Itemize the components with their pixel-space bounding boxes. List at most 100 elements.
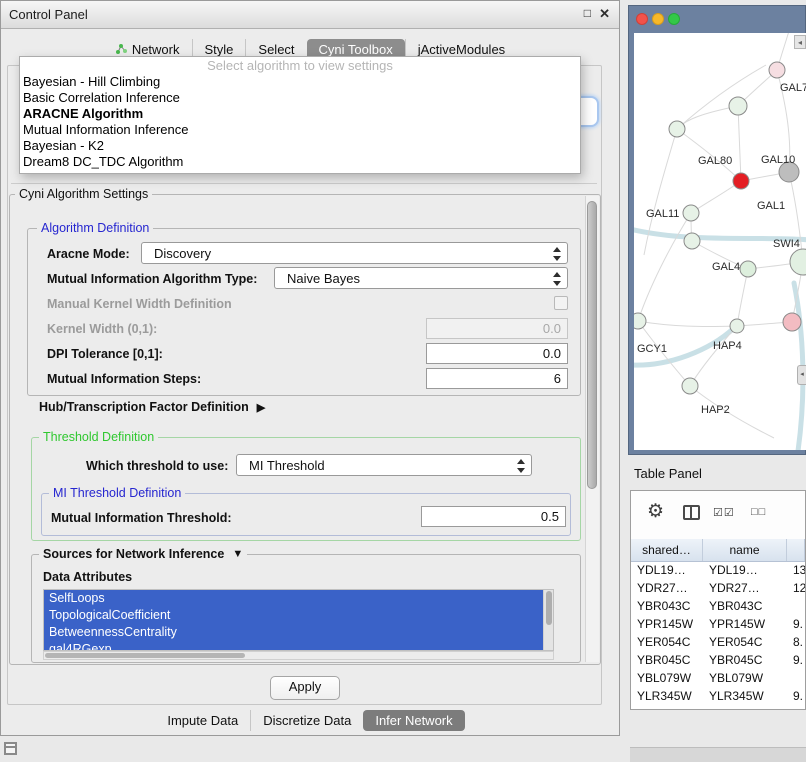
- attribute-list: SelfLoopsTopologicalCoefficientBetweenne…: [43, 589, 554, 651]
- network-node[interactable]: [769, 62, 785, 78]
- network-node[interactable]: [683, 205, 699, 221]
- network-canvas[interactable]: GAL7GAL80GAL10GAL11GAL1SWI4GAL4GCY1HAP4H…: [634, 33, 806, 450]
- hub-section-label: Hub/Transcription Factor Definition: [39, 400, 249, 414]
- mi-algorithm-type-combo[interactable]: Naive Bayes: [274, 267, 568, 289]
- gear-icon[interactable]: ⚙: [647, 500, 664, 523]
- node-label: GAL4: [712, 261, 740, 273]
- combo-arrows-icon: [553, 271, 562, 287]
- network-edge[interactable]: [738, 106, 741, 181]
- mi-algorithm-type-value: Naive Bayes: [287, 271, 360, 286]
- algorithm-dropdown-popup: Select algorithm to view settings Bayesi…: [19, 56, 581, 174]
- network-edge[interactable]: [690, 326, 737, 386]
- mi-algorithm-type-label: Mutual Information Algorithm Type:: [47, 272, 257, 286]
- tab-impute-data[interactable]: Impute Data: [155, 710, 250, 731]
- close-icon[interactable]: ✕: [599, 6, 610, 22]
- expand-arrow-icon: ▶: [257, 401, 265, 414]
- algorithm-option[interactable]: Bayesian - Hill Climbing: [20, 74, 580, 90]
- network-node[interactable]: [740, 261, 756, 277]
- attribute-item[interactable]: gal4RGexp: [44, 641, 553, 651]
- aracne-mode-combo[interactable]: Discovery: [141, 242, 568, 264]
- table-cell: YDR27…: [631, 579, 703, 597]
- network-node[interactable]: [733, 173, 749, 189]
- node-label: GAL7: [780, 82, 806, 94]
- dpi-tolerance-label: DPI Tolerance [0,1]:: [47, 347, 163, 361]
- algorithm-option[interactable]: Bayesian - K2: [20, 138, 580, 154]
- table-cell: YDR27…: [703, 579, 787, 597]
- table-cell: YIL052C: [631, 705, 703, 710]
- network-node[interactable]: [783, 313, 801, 331]
- apply-button[interactable]: Apply: [270, 676, 340, 700]
- table-cell: YPR145W: [631, 615, 703, 633]
- algorithm-option[interactable]: ARACNE Algorithm: [20, 106, 580, 122]
- network-node[interactable]: [790, 249, 806, 275]
- column-header[interactable]: shared…: [631, 539, 703, 561]
- sources-section-toggle[interactable]: Sources for Network Inference ▼: [39, 547, 247, 561]
- algorithm-option[interactable]: Dream8 DC_TDC Algorithm: [20, 154, 580, 170]
- which-threshold-label: Which threshold to use:: [86, 459, 228, 473]
- tab-infer-network[interactable]: Infer Network: [363, 710, 464, 731]
- table-cell: [787, 705, 805, 710]
- attribute-item[interactable]: SelfLoops: [44, 590, 553, 607]
- column-header[interactable]: name: [703, 539, 787, 561]
- table-cell: YDL19…: [703, 561, 787, 579]
- column-header[interactable]: [787, 539, 805, 561]
- manual-kernel-width-checkbox[interactable]: [554, 296, 568, 310]
- table-row[interactable]: YIL052CYIL052C: [631, 705, 805, 710]
- network-node[interactable]: [684, 233, 700, 249]
- float-window-icon[interactable]: □: [584, 6, 591, 20]
- network-node[interactable]: [729, 97, 747, 115]
- hidden-group-border: [11, 183, 597, 184]
- control-panel-window: Control Panel □ ✕ NetworkStyleSelectCyni…: [0, 0, 620, 736]
- table-cell: 8.: [787, 633, 805, 651]
- table-row[interactable]: YBR045CYBR045C9.: [631, 651, 805, 669]
- settings-scrollbar-thumb[interactable]: [587, 201, 597, 489]
- panel-title: Control Panel: [9, 7, 88, 22]
- hide-panel-icon[interactable]: ◂: [794, 35, 806, 49]
- attribute-item[interactable]: TopologicalCoefficient: [44, 607, 553, 624]
- deselect-all-icon[interactable]: □□: [751, 506, 766, 518]
- mi-threshold-field[interactable]: 0.5: [421, 506, 566, 527]
- attribute-list-hscrollbar-thumb[interactable]: [45, 653, 245, 658]
- table-cell: YIL052C: [703, 705, 787, 710]
- aracne-mode-label: Aracne Mode:: [47, 247, 130, 261]
- dpi-tolerance-field[interactable]: 0.0: [426, 343, 568, 364]
- network-edge[interactable]: [737, 269, 748, 326]
- which-threshold-combo[interactable]: MI Threshold: [236, 454, 532, 476]
- network-edge[interactable]: [638, 213, 691, 321]
- node-label: HAP2: [701, 404, 730, 416]
- table-row[interactable]: YDR27…YDR27…12: [631, 579, 805, 597]
- table-cell: YDL19…: [631, 561, 703, 579]
- attribute-list-scrollbar[interactable]: [543, 590, 553, 650]
- table-row[interactable]: YPR145WYPR145W9.: [631, 615, 805, 633]
- network-edge[interactable]: [638, 321, 737, 326]
- tab-discretize-data[interactable]: Discretize Data: [250, 710, 363, 731]
- network-node[interactable]: [634, 313, 646, 329]
- network-node[interactable]: [730, 319, 744, 333]
- table-row[interactable]: YBL079WYBL079W: [631, 669, 805, 687]
- mi-steps-field[interactable]: 6: [426, 368, 568, 389]
- select-all-icon[interactable]: ☑☑: [713, 506, 735, 519]
- group-title-settings: Cyni Algorithm Settings: [15, 187, 152, 201]
- network-node[interactable]: [669, 121, 685, 137]
- close-window-icon[interactable]: [636, 13, 648, 25]
- attribute-list-scrollbar-thumb[interactable]: [546, 591, 552, 625]
- table-row[interactable]: YER054CYER054C8.: [631, 633, 805, 651]
- show-columns-icon[interactable]: [683, 505, 700, 520]
- collapse-panel-arrow[interactable]: ◂: [797, 365, 806, 385]
- table-cell: 9.: [787, 687, 805, 705]
- table-row[interactable]: YBR043CYBR043C: [631, 597, 805, 615]
- minimize-window-icon[interactable]: [652, 13, 664, 25]
- table-row[interactable]: YDL19…YDL19…13: [631, 561, 805, 579]
- hub-section-toggle[interactable]: Hub/Transcription Factor Definition ▶: [39, 400, 265, 414]
- tab-label: Infer Network: [375, 713, 452, 728]
- network-edge[interactable]: [691, 181, 741, 213]
- restore-panel-icon[interactable]: [4, 742, 17, 755]
- network-node[interactable]: [682, 378, 698, 394]
- attribute-item[interactable]: BetweennessCentrality: [44, 624, 553, 641]
- network-edge[interactable]: [677, 106, 738, 129]
- algorithm-option[interactable]: Basic Correlation Inference: [20, 90, 580, 106]
- zoom-window-icon[interactable]: [668, 13, 680, 25]
- attribute-list-hscrollbar[interactable]: [43, 651, 554, 660]
- algorithm-option[interactable]: Mutual Information Inference: [20, 122, 580, 138]
- table-row[interactable]: YLR345WYLR345W9.: [631, 687, 805, 705]
